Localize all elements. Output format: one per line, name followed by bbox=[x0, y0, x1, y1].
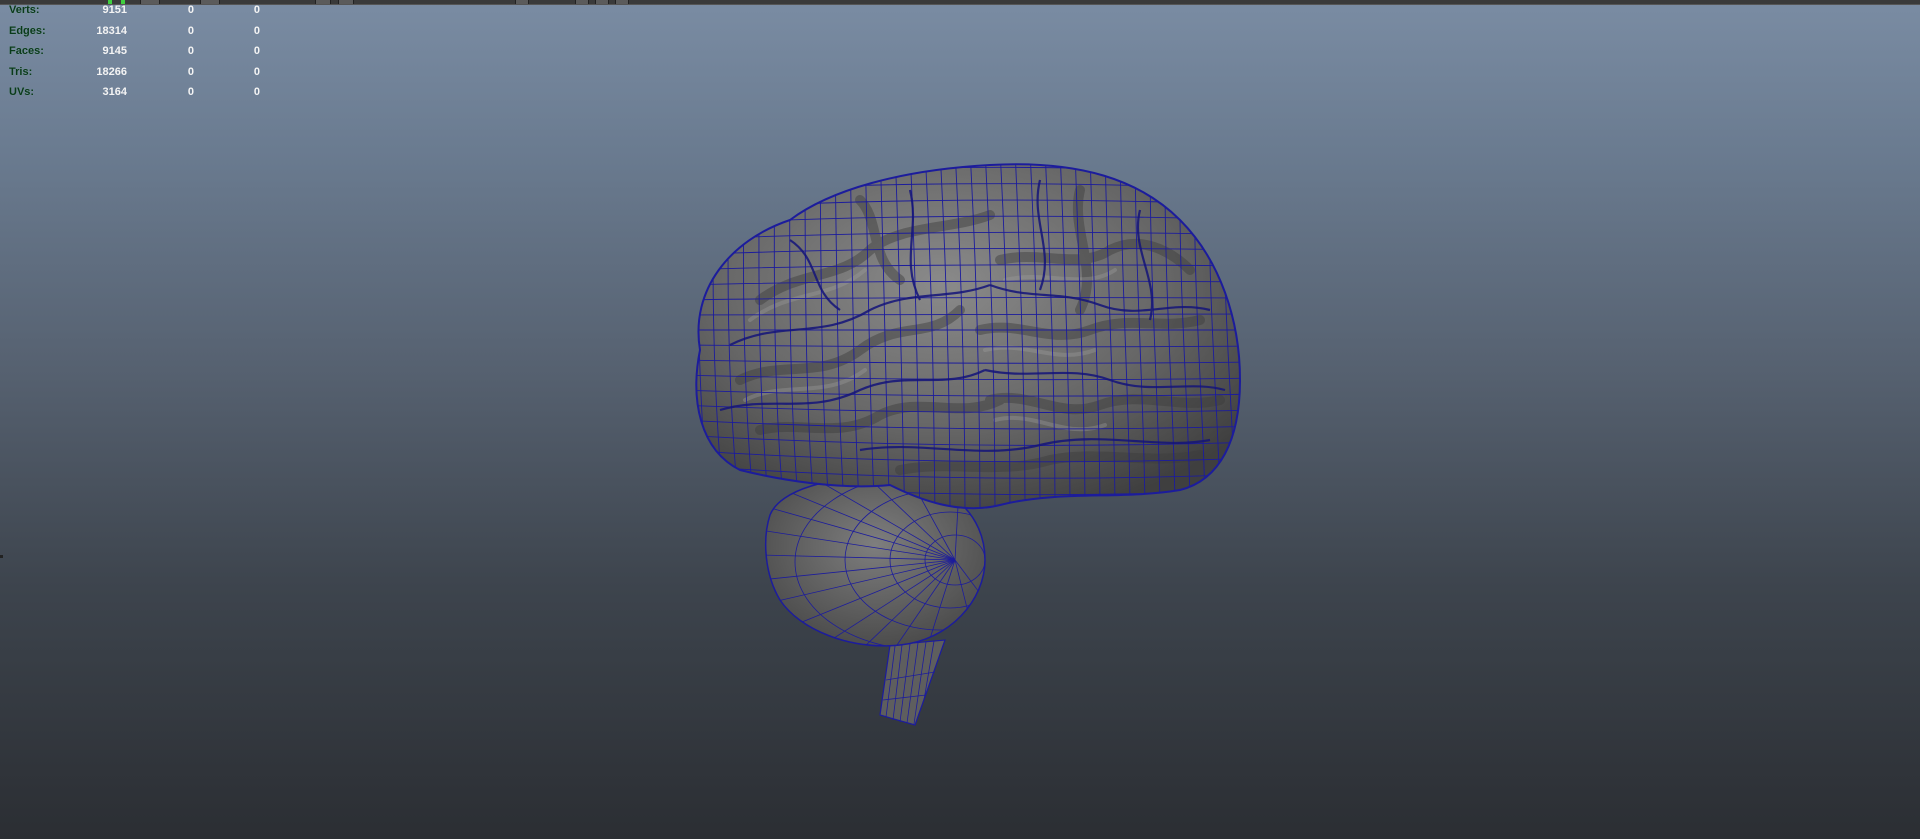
cerebrum bbox=[695, 163, 1242, 510]
viewport-3d[interactable]: Verts: 9151 0 0 Edges: 18314 0 0 Faces: … bbox=[0, 0, 1920, 839]
brain-mesh-icon[interactable] bbox=[0, 0, 1920, 839]
viewport-edge-marker bbox=[0, 555, 3, 558]
brainstem bbox=[879, 639, 946, 726]
